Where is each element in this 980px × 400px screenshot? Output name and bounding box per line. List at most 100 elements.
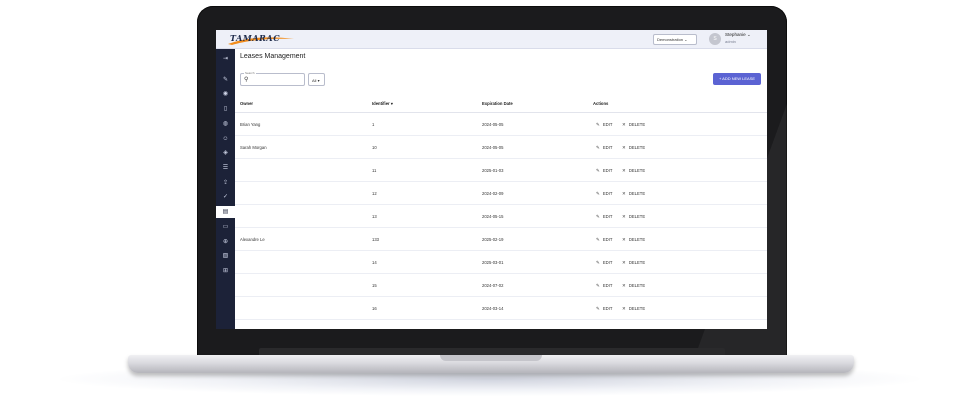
column-actions: Actions [593, 101, 609, 106]
edit-icon: ✎ [596, 145, 600, 150]
identifier-cell: 12 [372, 191, 377, 196]
column-identifier-label: Identifier [372, 101, 390, 106]
delete-button[interactable]: ✕ DELETE [622, 145, 645, 151]
trash-icon: ✕ [622, 145, 626, 150]
edit-label: EDIT [602, 283, 613, 288]
edit-button[interactable]: ✎ EDIT [596, 237, 612, 243]
edit-icon[interactable]: ✎ [221, 76, 230, 85]
globe-icon[interactable]: ◍ [221, 120, 230, 129]
laptop-notch [440, 355, 542, 361]
edit-label: EDIT [602, 306, 613, 311]
top-bar: TAMARAC Demonstration ⌄ S Stephanie ⌄ ad… [216, 30, 767, 49]
delete-button[interactable]: ✕ DELETE [622, 191, 645, 197]
identifier-cell: 133 [372, 237, 379, 242]
people-icon[interactable]: ☺ [221, 135, 230, 144]
upload-icon[interactable]: ⇪ [221, 179, 230, 188]
expiration-cell: 2025-03-01 [482, 260, 504, 265]
edit-button[interactable]: ✎ EDIT [596, 306, 612, 312]
list-icon[interactable]: ☰ [221, 164, 230, 173]
identifier-cell: 15 [372, 283, 377, 288]
delete-button[interactable]: ✕ DELETE [622, 237, 645, 243]
edit-icon: ✎ [596, 191, 600, 196]
edit-label: EDIT [602, 191, 613, 196]
delete-label: DELETE [628, 306, 646, 311]
user-menu[interactable]: Stephanie ⌄ [725, 32, 751, 38]
menu-toggle-icon[interactable]: ⇥ [221, 55, 230, 64]
table-header: Owner Identifier ▾ Expiration Date Actio… [235, 97, 767, 113]
organization-select-value: Demonstration [657, 37, 684, 42]
trash-icon: ✕ [622, 214, 626, 219]
edit-label: EDIT [602, 145, 613, 150]
tag-icon[interactable]: ◈ [221, 149, 230, 158]
add-box-icon[interactable]: ⊞ [221, 267, 230, 276]
edit-button[interactable]: ✎ EDIT [596, 260, 612, 266]
edit-button[interactable]: ✎ EDIT [596, 191, 612, 197]
identifier-cell: 1 [372, 122, 375, 127]
edit-label: EDIT [602, 260, 613, 265]
avatar[interactable]: S [709, 33, 721, 45]
expiration-cell: 2024-05-15 [482, 214, 504, 219]
edit-label: EDIT [602, 214, 613, 219]
column-owner[interactable]: Owner [240, 101, 253, 106]
chevron-down-icon: ⌄ [684, 37, 688, 42]
edit-button[interactable]: ✎ EDIT [596, 145, 612, 151]
add-new-lease-button[interactable]: + ADD NEW LEASE [713, 73, 761, 85]
expiration-cell: 2024-05-05 [482, 122, 504, 127]
edit-label: EDIT [602, 237, 613, 242]
delete-button[interactable]: ✕ DELETE [622, 283, 645, 289]
chevron-down-icon: ▾ [317, 78, 320, 83]
column-identifier[interactable]: Identifier ▾ [372, 101, 393, 106]
identifier-cell: 16 [372, 306, 377, 311]
main-content: Leases Management Search ⚲ All ▾ + ADD N… [235, 49, 767, 329]
leases-icon[interactable]: ▤ [216, 206, 235, 218]
delete-label: DELETE [628, 168, 646, 173]
edit-button[interactable]: ✎ EDIT [596, 122, 612, 128]
laptop-screen: TAMARAC Demonstration ⌄ S Stephanie ⌄ ad… [216, 30, 767, 329]
receipt-icon[interactable]: ✓ [221, 193, 230, 202]
edit-button[interactable]: ✎ EDIT [596, 168, 612, 174]
delete-label: DELETE [628, 237, 646, 242]
search-input[interactable]: Search ⚲ [240, 71, 305, 86]
organization-select[interactable]: Demonstration ⌄ [653, 34, 697, 45]
filter-select[interactable]: All ▾ [308, 73, 325, 86]
column-expiration-date[interactable]: Expiration Date [482, 101, 513, 106]
add-circle-icon[interactable]: ⊕ [221, 238, 230, 247]
edit-button[interactable]: ✎ EDIT [596, 283, 612, 289]
delete-label: DELETE [628, 145, 646, 150]
trash-icon: ✕ [622, 283, 626, 288]
expiration-cell: 2024-02-09 [482, 191, 504, 196]
expiration-cell: 2025-01-03 [482, 168, 504, 173]
table-row: 11 2025-01-03 ✎ EDIT ✕ DELETE [235, 159, 767, 182]
folder-icon[interactable]: ▭ [221, 223, 230, 232]
table-row: 16 2024-03-14 ✎ EDIT ✕ DELETE [235, 297, 767, 320]
sort-desc-icon: ▾ [390, 101, 393, 106]
filter-value: All [312, 78, 317, 83]
user-name: Stephanie [725, 32, 746, 37]
trash-icon: ✕ [622, 122, 626, 127]
delete-label: DELETE [628, 283, 646, 288]
trash-icon: ✕ [622, 191, 626, 196]
delete-button[interactable]: ✕ DELETE [622, 306, 645, 312]
document-search-icon[interactable]: ▧ [221, 252, 230, 261]
chevron-down-icon: ⌄ [746, 32, 751, 37]
delete-label: DELETE [628, 191, 646, 196]
edit-icon: ✎ [596, 260, 600, 265]
trash-icon: ✕ [622, 237, 626, 242]
delete-button[interactable]: ✕ DELETE [622, 214, 645, 220]
identifier-cell: 11 [372, 168, 377, 173]
tablet-icon[interactable]: ▯ [221, 105, 230, 114]
table-row: 172025-02-24✎EDIT✕DELETE [235, 320, 767, 329]
user-role: admin [725, 39, 736, 44]
delete-button[interactable]: ✕ DELETE [622, 168, 645, 174]
edit-icon: ✎ [596, 237, 600, 242]
search-label: Search [244, 71, 256, 75]
product-mockup: TAMARAC Demonstration ⌄ S Stephanie ⌄ ad… [0, 0, 980, 400]
location-icon[interactable]: ◉ [221, 90, 230, 99]
delete-button[interactable]: ✕ DELETE [622, 122, 645, 128]
edit-label: EDIT [602, 168, 613, 173]
delete-button[interactable]: ✕ DELETE [622, 260, 645, 266]
delete-label: DELETE [628, 214, 646, 219]
edit-button[interactable]: ✎ EDIT [596, 214, 612, 220]
delete-label: DELETE [628, 260, 646, 265]
edit-label: EDIT [602, 122, 613, 127]
